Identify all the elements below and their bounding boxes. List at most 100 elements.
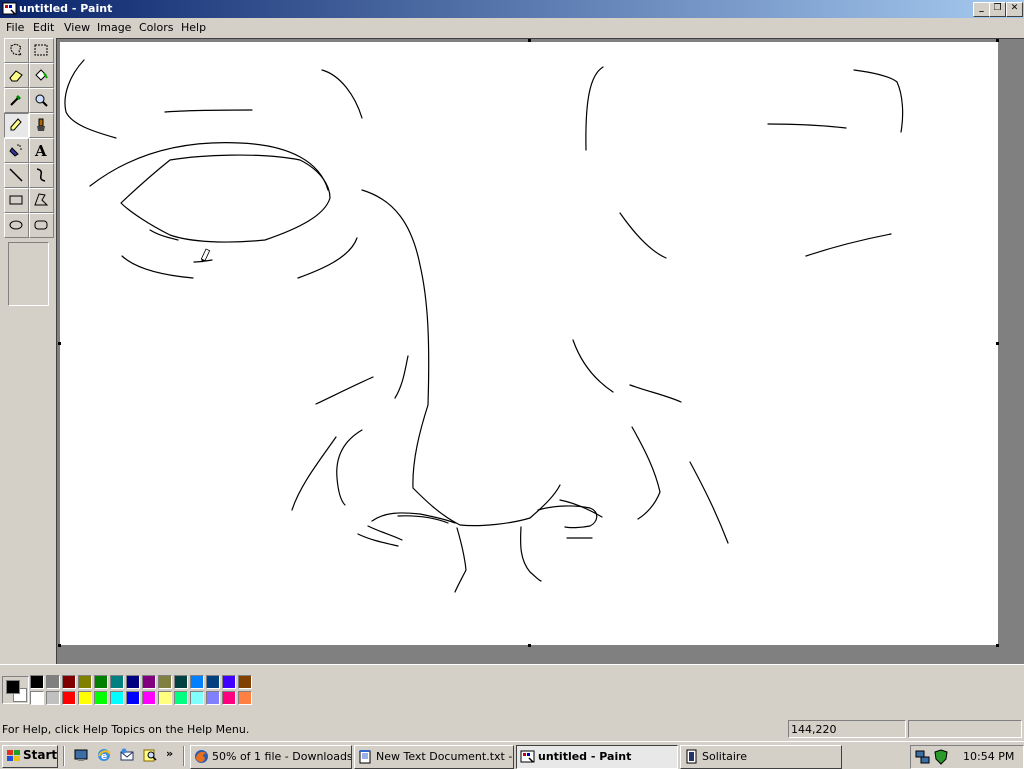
palette-swatch[interactable] [222,691,236,705]
resize-handle-bottom-right[interactable] [996,644,999,647]
security-shield-icon[interactable] [933,749,949,765]
airbrush-icon [9,144,22,157]
palette-swatch[interactable] [126,691,140,705]
resize-handle-right[interactable] [996,342,999,345]
menu-edit[interactable]: Edit [33,21,54,34]
palette-swatch[interactable] [206,675,220,689]
resize-handle-left[interactable] [58,342,61,345]
free-form-select-tool[interactable] [4,38,29,63]
line-tool[interactable] [4,163,29,188]
palette-swatch[interactable] [30,675,44,689]
brush-icon [37,118,45,131]
polygon-tool[interactable] [29,188,54,213]
task-label-downloads: 50% of 1 file - Downloads [212,750,352,763]
svg-text:e: e [101,752,107,762]
task-label-solitaire: Solitaire [702,750,747,763]
text-icon: A [34,142,47,158]
start-button[interactable]: Start [2,745,58,768]
menu-help[interactable]: Help [181,21,206,34]
menu-file[interactable]: File [6,21,24,34]
minimize-button[interactable]: _ [973,2,990,17]
notepad-icon [358,749,373,764]
resize-handle-bottom[interactable] [528,644,531,647]
drawing-canvas[interactable] [60,42,998,645]
close-button[interactable]: ✕ [1006,2,1023,17]
system-tray: 10:54 PM [910,745,1024,769]
menu-view[interactable]: View [64,21,90,34]
rectangle-tool[interactable] [4,188,29,213]
curve-tool[interactable] [29,163,54,188]
resize-handle-bottom-left[interactable] [58,644,61,647]
resize-handle-top-right[interactable] [996,39,999,42]
paint-app-icon[interactable] [2,1,17,16]
tool-options-box[interactable] [8,242,49,306]
menu-colors[interactable]: Colors [139,21,173,34]
palette-swatch[interactable] [222,675,236,689]
pencil-icon [10,118,22,131]
palette-swatch[interactable] [110,691,124,705]
fill-with-color-tool[interactable] [29,63,54,88]
pick-color-tool[interactable] [4,88,29,113]
task-button-downloads[interactable]: 50% of 1 file - Downloads [190,745,352,769]
restore-button[interactable]: ❐ [989,2,1006,17]
airbrush-tool[interactable] [4,138,29,163]
pencil-tool[interactable] [4,113,29,138]
menu-image[interactable]: Image [97,21,131,34]
palette-swatch[interactable] [142,675,156,689]
ellipse-tool[interactable] [4,213,29,238]
eyedropper-icon [10,95,21,106]
eraser-tool[interactable] [4,63,29,88]
magnifier-icon [35,94,48,107]
current-colors-box[interactable] [2,676,29,704]
curve-icon [36,168,46,182]
palette-swatch[interactable] [158,691,172,705]
palette-swatch[interactable] [174,691,188,705]
palette-swatch[interactable] [238,691,252,705]
polygon-icon [34,193,49,206]
status-size-panel [908,720,1022,738]
task-button-paint[interactable]: untitled - Paint [516,745,678,769]
show-desktop-icon[interactable] [73,747,89,763]
palette-swatch[interactable] [94,691,108,705]
palette-swatch[interactable] [190,691,204,705]
palette-swatch[interactable] [78,675,92,689]
palette-swatch[interactable] [158,675,172,689]
quicklaunch-divider [63,746,65,766]
search-icon[interactable] [142,747,158,763]
select-tool[interactable] [29,38,54,63]
quicklaunch-overflow-chevron-icon[interactable]: » [166,747,173,760]
palette-swatch[interactable] [94,675,108,689]
network-icon[interactable] [915,749,931,765]
palette-swatch[interactable] [174,675,188,689]
palette-swatch[interactable] [110,675,124,689]
clock[interactable]: 10:54 PM [963,750,1014,763]
palette-swatch[interactable] [126,675,140,689]
palette-swatch[interactable] [78,691,92,705]
task-button-solitaire[interactable]: Solitaire [680,745,842,769]
task-label-paint: untitled - Paint [538,750,632,763]
line-icon [9,168,23,182]
text-tool[interactable]: A [29,138,54,163]
palette-swatch[interactable] [206,691,220,705]
palette-swatch[interactable] [190,675,204,689]
palette-swatch[interactable] [30,691,44,705]
task-button-notepad[interactable]: New Text Document.txt -... [354,745,514,769]
palette-swatch[interactable] [142,691,156,705]
palette-swatch[interactable] [62,691,76,705]
palette-swatch[interactable] [46,675,60,689]
rounded-rectangle-tool[interactable] [29,213,54,238]
palette-swatch[interactable] [46,691,60,705]
internet-explorer-icon[interactable]: e [96,747,112,763]
magnifier-tool[interactable] [29,88,54,113]
cursor-coordinates: 144,220 [791,723,837,736]
palette-swatch[interactable] [62,675,76,689]
status-help-text: For Help, click Help Topics on the Help … [2,723,250,736]
outlook-express-icon[interactable] [119,747,135,763]
brush-tool[interactable] [29,113,54,138]
palette-swatch[interactable] [238,675,252,689]
resize-handle-top[interactable] [528,39,531,42]
window-title: untitled - Paint [19,2,113,15]
start-label: Start [23,748,58,762]
rounded-rectangle-icon [34,220,48,230]
title-bar[interactable]: untitled - Paint _ ❐ ✕ [0,0,1024,18]
